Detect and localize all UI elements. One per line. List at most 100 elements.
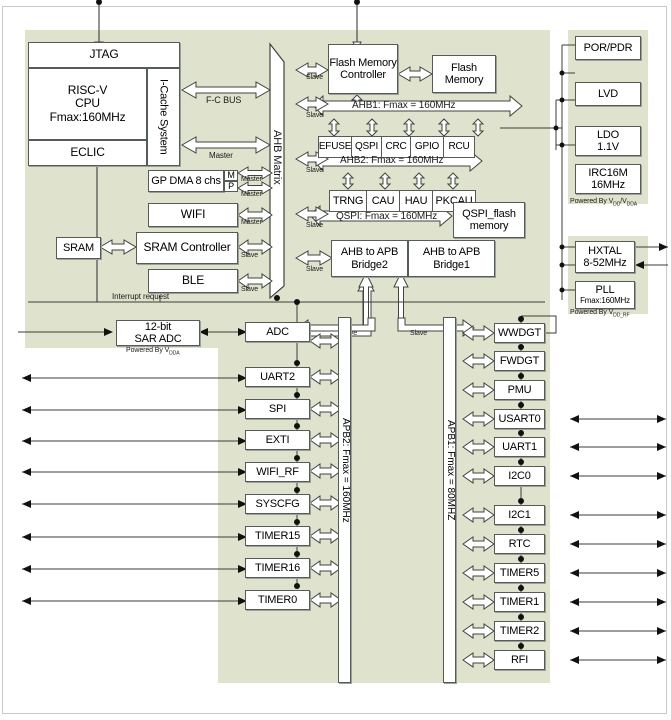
sar-adc-block[interactable]: 12-bit SAR ADC	[116, 320, 200, 346]
sar-adc-line-1: 12-bit	[144, 320, 172, 333]
ahb2-peripheral-cau[interactable]: CAU	[366, 190, 400, 212]
ldo-block[interactable]: LDO 1.1V	[575, 126, 641, 156]
por-pdr-block[interactable]: POR/PDR	[575, 36, 641, 60]
apb2-bus-label: APB2: Fmax = 160MHz	[340, 418, 351, 523]
ble-block[interactable]: BLE	[148, 269, 238, 293]
apb2-peripheral-adc[interactable]: ADC	[245, 322, 310, 342]
apb2-peripheral-spi[interactable]: SPI	[245, 399, 310, 419]
ahb2-bus-label: AHB2: Fmax = 160MHz	[340, 155, 444, 166]
ahb2-peripheral-trng[interactable]: TRNG	[329, 190, 367, 212]
cpu-line-2: CPU	[75, 96, 100, 111]
irc16m-freq: 16MHz	[591, 179, 625, 191]
ahb1-bus-label: AHB1: Fmax = 160MHz	[352, 100, 456, 111]
matrix-port-slave-ahb2: Slave	[306, 167, 324, 174]
apb1-peripheral-timer1[interactable]: TIMER1	[494, 592, 545, 612]
apb2-peripheral-timer16[interactable]: TIMER16	[245, 558, 310, 578]
apb1-peripheral-uart1[interactable]: UART1	[494, 437, 545, 457]
fc-bus-label: F-C BUS	[206, 95, 242, 105]
apb1-bridge-slave-label: Slave	[410, 330, 428, 337]
dma-periph-label: P	[228, 181, 234, 192]
icache-system-label: I-Cache System	[157, 79, 170, 155]
sram-controller-block[interactable]: SRAM Controller	[136, 232, 238, 264]
qspi-flash-memory-label: QSPI_flash memory	[462, 207, 516, 232]
gp-dma-block[interactable]: GP DMA 8 chs	[148, 170, 224, 192]
sram-label: SRAM	[63, 241, 94, 254]
hxtal-freq: 8-52MHz	[583, 257, 627, 269]
matrix-port-slave-qspi: Slave	[306, 222, 324, 229]
ldo-voltage: 1.1V	[597, 141, 619, 153]
wifi-label: WIFI	[180, 207, 206, 222]
block-diagram-page: JTAG RISC-V CPU Fmax:160MHz ECLIC I-Cach…	[0, 0, 671, 720]
cpu-master-label: Master	[209, 151, 233, 160]
flash-memory-block[interactable]: Flash Memory	[432, 55, 496, 93]
hxtal-block[interactable]: HXTAL 8-52MHz	[575, 241, 635, 273]
dma-master-label: M	[227, 170, 235, 181]
bridge2-label: AHB to APB Bridge2	[340, 246, 399, 271]
apb2-peripheral-exti[interactable]: EXTI	[245, 430, 310, 450]
ahb-matrix-label: AHB Matrix	[271, 130, 283, 185]
apb1-peripheral-timer2[interactable]: TIMER2	[494, 621, 545, 641]
sram-block[interactable]: SRAM	[56, 237, 101, 259]
ldo-label: LDO	[596, 128, 620, 141]
apb1-peripheral-i2c1[interactable]: I2C1	[494, 505, 545, 525]
apb2-peripheral-wifi-rf[interactable]: WIFI_RF	[245, 462, 310, 482]
interrupt-request-label: Interrupt request	[112, 292, 169, 301]
apb1-peripheral-fwdgt[interactable]: FWDGT	[494, 351, 545, 371]
icache-system-block[interactable]: I-Cache System	[147, 68, 180, 166]
cpu-line-1: RISC-V	[67, 82, 108, 97]
por-pdr-label: POR/PDR	[583, 41, 633, 54]
gp-dma-label: GP DMA 8 chs	[151, 174, 221, 187]
jtag-block[interactable]: JTAG	[28, 42, 180, 68]
jtag-label: JTAG	[89, 47, 119, 62]
sar-adc-line-2: SAR ADC	[134, 333, 182, 345]
irc16m-label: IRC16M	[588, 166, 628, 179]
apb1-peripheral-rfi[interactable]: RFI	[494, 650, 545, 670]
wifi-block[interactable]: WIFI	[148, 203, 238, 227]
power-group2-powered-by-label: Powered By VDD_RF	[570, 309, 630, 319]
pll-block[interactable]: PLL Fmax:160MHz	[575, 281, 635, 309]
matrix-port-slave-ble: Slave	[241, 286, 259, 293]
apb1-peripheral-rtc[interactable]: RTC	[494, 534, 545, 554]
matrix-port-slave-flash: Slave	[306, 74, 324, 81]
pll-label: PLL	[595, 284, 615, 297]
matrix-port-slave-ahb1: Slave	[306, 112, 324, 119]
apb1-peripheral-timer5[interactable]: TIMER5	[494, 563, 545, 583]
dma-periph-port[interactable]: P	[224, 181, 238, 192]
dma-master-port[interactable]: M	[224, 170, 238, 181]
matrix-port-slave-bridge: Slave	[306, 266, 324, 273]
matrix-port-master-dma-m: Master	[241, 176, 262, 183]
pll-fmax: Fmax:160MHz	[580, 295, 630, 305]
matrix-port-master-wifi: Master	[241, 219, 262, 226]
qspi-bus-label: QSPI: Fmax = 160MHz	[336, 211, 438, 222]
hxtal-label: HXTAL	[588, 244, 622, 257]
power-group1-powered-by-label: Powered By VDD/VDDA	[570, 198, 637, 208]
lvd-block[interactable]: LVD	[575, 82, 641, 106]
apb2-peripheral-timer0[interactable]: TIMER0	[245, 590, 310, 610]
ahb-to-apb-bridge2-block[interactable]: AHB to APB Bridge2	[331, 240, 408, 277]
sram-controller-label: SRAM Controller	[143, 240, 231, 255]
apb1-bus-label: APB1: Fmax = 80MHZ	[445, 420, 456, 521]
apb1-peripheral-wwdgt[interactable]: WWDGT	[494, 323, 545, 343]
eclic-block[interactable]: ECLIC	[28, 140, 147, 166]
flash-memory-controller-block[interactable]: Flash Memory Controller	[328, 44, 398, 94]
flash-memory-label: Flash Memory	[444, 61, 484, 86]
eclic-label: ECLIC	[70, 145, 105, 160]
ahb2-peripheral-hau[interactable]: HAU	[399, 190, 433, 212]
apb1-peripheral-usart0[interactable]: USART0	[494, 409, 545, 429]
apb1-peripheral-pmu[interactable]: PMU	[494, 380, 545, 400]
qspi-flash-memory-block[interactable]: QSPI_flash memory	[453, 202, 525, 238]
ahb1-peripheral-rcu[interactable]: RCU	[443, 136, 475, 158]
apb2-peripheral-syscfg[interactable]: SYSCFG	[245, 494, 310, 514]
bridge1-label: AHB to APB Bridge1	[422, 246, 481, 271]
matrix-port-slave-sram: Slave	[241, 252, 259, 259]
flash-controller-label: Flash Memory Controller	[329, 56, 397, 81]
ahb-to-apb-bridge1-block[interactable]: AHB to APB Bridge1	[408, 240, 495, 277]
cpu-line-3: Fmax:160MHz	[49, 109, 126, 124]
apb1-peripheral-i2c0[interactable]: I2C0	[494, 466, 545, 486]
sar-adc-powered-by-label: Powered By VDDA	[126, 347, 180, 357]
apb2-peripheral-uart2[interactable]: UART2	[245, 367, 310, 387]
riscv-cpu-block[interactable]: RISC-V CPU Fmax:160MHz	[28, 68, 147, 140]
apb2-peripheral-timer15[interactable]: TIMER15	[245, 526, 310, 546]
matrix-port-master-dma-p: Master	[241, 191, 262, 198]
irc16m-block[interactable]: IRC16M 16MHz	[575, 164, 641, 194]
